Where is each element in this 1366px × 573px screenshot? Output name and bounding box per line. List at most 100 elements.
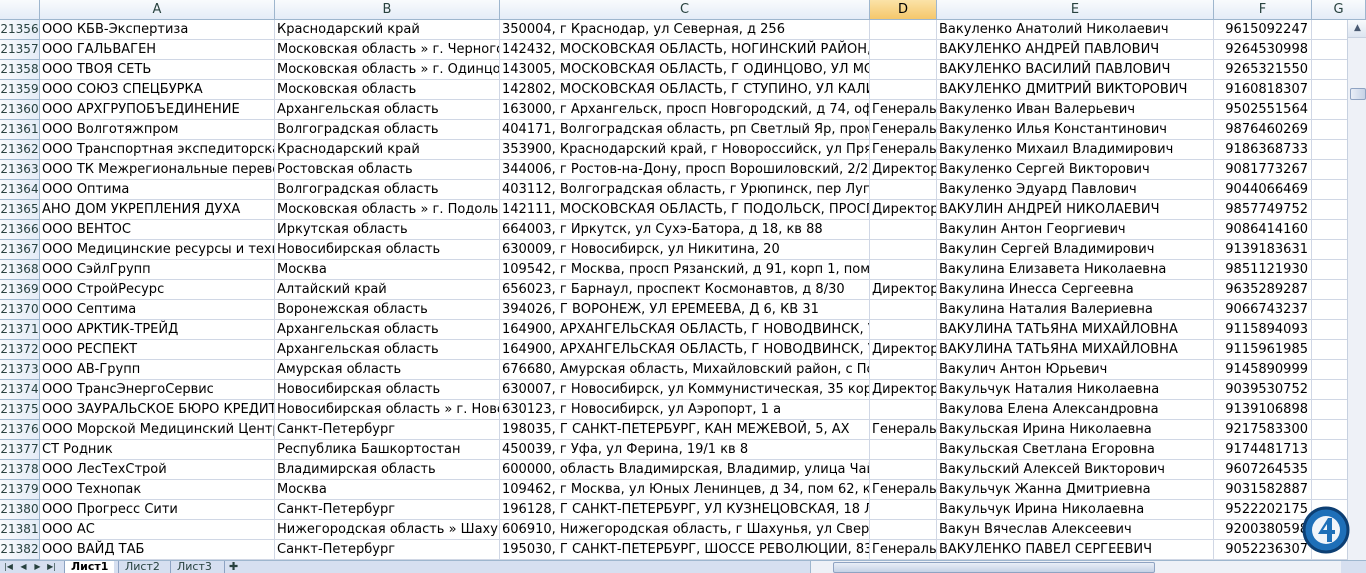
cell-d[interactable]: Генераль xyxy=(870,420,937,440)
cell-e[interactable]: ВАКУЛЕНКО ПАВЕЛ СЕРГЕЕВИЧ xyxy=(937,540,1214,560)
cell-f[interactable]: 9217583300 xyxy=(1214,420,1312,440)
cell-a[interactable]: ООО Технопак xyxy=(40,480,275,500)
cell-f[interactable]: 9635289287 xyxy=(1214,280,1312,300)
cell-b[interactable]: Иркутская область xyxy=(275,220,500,240)
cell-c[interactable]: 344006, г Ростов-на-Дону, просп Ворошило… xyxy=(500,160,870,180)
cell-e[interactable]: Вакульчук Жанна Дмитриевна xyxy=(937,480,1214,500)
cell-d[interactable] xyxy=(870,320,937,340)
cell-c[interactable]: 630009, г Новосибирск, ул Никитина, 20 xyxy=(500,240,870,260)
row-header[interactable]: 21364 xyxy=(0,180,40,200)
cell-a[interactable]: ООО КБВ-Экспертиза xyxy=(40,20,275,40)
cell-e[interactable]: ВАКУЛЕНКО ВАСИЛИЙ ПАВЛОВИЧ xyxy=(937,60,1214,80)
cell-c[interactable]: 350004, г Краснодар, ул Северная, д 256 xyxy=(500,20,870,40)
cell-a[interactable]: ООО ЗАУРАЛЬСКОЕ БЮРО КРЕДИТНЬ xyxy=(40,400,275,420)
cell-b[interactable]: Московская область » г. Черноголо xyxy=(275,40,500,60)
cell-c[interactable]: 109542, г Москва, просп Рязанский, д 91,… xyxy=(500,260,870,280)
cell-e[interactable]: ВАКУЛИН АНДРЕЙ НИКОЛАЕВИЧ xyxy=(937,200,1214,220)
cell-c[interactable]: 630123, г Новосибирск, ул Аэропорт, 1 а xyxy=(500,400,870,420)
cell-d[interactable] xyxy=(870,460,937,480)
cell-c[interactable]: 164900, АРХАНГЕЛЬСКАЯ ОБЛАСТЬ, Г НОВОДВИ… xyxy=(500,320,870,340)
cell-b[interactable]: Нижегородская область » Шахунск xyxy=(275,520,500,540)
cell-b[interactable]: Ростовская область xyxy=(275,160,500,180)
row-header[interactable]: 21361 xyxy=(0,120,40,140)
cell-f[interactable]: 9052236307 xyxy=(1214,540,1312,560)
cell-a[interactable]: ООО ТК Межрегиональные перевоз xyxy=(40,160,275,180)
cell-f[interactable]: 9615092247 xyxy=(1214,20,1312,40)
cell-a[interactable]: АНО ДОМ УКРЕПЛЕНИЯ ДУХА xyxy=(40,200,275,220)
cell-a[interactable]: ООО АРКТИК-ТРЕЙД xyxy=(40,320,275,340)
cell-d[interactable]: Директор xyxy=(870,200,937,220)
row-header[interactable]: 21366 xyxy=(0,220,40,240)
cell-b[interactable]: Краснодарский край xyxy=(275,140,500,160)
cell-d[interactable] xyxy=(870,240,937,260)
column-header-g[interactable]: G xyxy=(1312,0,1366,20)
cell-d[interactable] xyxy=(870,500,937,520)
cell-a[interactable]: ООО ГАЛЬВАГЕН xyxy=(40,40,275,60)
row-header[interactable]: 21372 xyxy=(0,340,40,360)
row-header[interactable]: 21377 xyxy=(0,440,40,460)
cell-d[interactable] xyxy=(870,400,937,420)
cell-d[interactable]: Генераль xyxy=(870,120,937,140)
cell-f[interactable]: 9115961985 xyxy=(1214,340,1312,360)
cell-b[interactable]: Санкт-Петербург xyxy=(275,420,500,440)
cell-b[interactable]: Московская область xyxy=(275,80,500,100)
cell-b[interactable]: Архангельская область xyxy=(275,340,500,360)
cell-d[interactable] xyxy=(870,40,937,60)
cell-c[interactable]: 404171, Волгоградская область, рп Светлы… xyxy=(500,120,870,140)
cell-e[interactable]: Вакулина Инесса Сергеевна xyxy=(937,280,1214,300)
cell-c[interactable]: 403112, Волгоградская область, г Урюпинс… xyxy=(500,180,870,200)
cell-b[interactable]: Москва xyxy=(275,480,500,500)
new-sheet-icon[interactable]: ✚ xyxy=(224,561,242,573)
cell-e[interactable]: Вакулова Елена Александровна xyxy=(937,400,1214,420)
cell-d[interactable] xyxy=(870,440,937,460)
cell-a[interactable]: ООО Волготяжпром xyxy=(40,120,275,140)
cell-f[interactable]: 9160818307 xyxy=(1214,80,1312,100)
row-header[interactable]: 21379 xyxy=(0,480,40,500)
cell-d[interactable] xyxy=(870,20,937,40)
cell-a[interactable]: ООО Медицинские ресурсы и техно xyxy=(40,240,275,260)
cell-e[interactable]: Вакуленко Иван Валерьевич xyxy=(937,100,1214,120)
column-header-c[interactable]: C xyxy=(500,0,870,20)
cell-e[interactable]: Вакулин Антон Георгиевич xyxy=(937,220,1214,240)
column-header-a[interactable]: A xyxy=(40,0,275,20)
cell-e[interactable]: Вакуленко Илья Константинович xyxy=(937,120,1214,140)
row-header[interactable]: 21360 xyxy=(0,100,40,120)
cell-a[interactable]: ООО Транспортная экспедиторская к xyxy=(40,140,275,160)
row-header[interactable]: 21369 xyxy=(0,280,40,300)
cell-e[interactable]: Вакуленко Анатолий Николаевич xyxy=(937,20,1214,40)
row-header[interactable]: 21381 xyxy=(0,520,40,540)
cell-a[interactable]: ООО СтройРесурс xyxy=(40,280,275,300)
cell-f[interactable]: 9200380598 xyxy=(1214,520,1312,540)
row-header[interactable]: 21365 xyxy=(0,200,40,220)
cell-f[interactable]: 9066743237 xyxy=(1214,300,1312,320)
cell-e[interactable]: Вакуленко Эдуард Павлович xyxy=(937,180,1214,200)
cell-a[interactable]: ООО ТВОЯ СЕТЬ xyxy=(40,60,275,80)
cell-d[interactable] xyxy=(870,520,937,540)
cell-c[interactable]: 656023, г Барнаул, проспект Космонавтов,… xyxy=(500,280,870,300)
cell-c[interactable]: 196128, Г САНКТ-ПЕТЕРБУРГ, УЛ КУЗНЕЦОВСК… xyxy=(500,500,870,520)
cell-f[interactable]: 9264530998 xyxy=(1214,40,1312,60)
cell-d[interactable]: Генераль xyxy=(870,100,937,120)
cell-f[interactable]: 9031582887 xyxy=(1214,480,1312,500)
cell-f[interactable]: 9857749752 xyxy=(1214,200,1312,220)
cell-b[interactable]: Республика Башкортостан xyxy=(275,440,500,460)
row-header[interactable]: 21371 xyxy=(0,320,40,340)
cell-d[interactable] xyxy=(870,360,937,380)
row-header[interactable]: 21370 xyxy=(0,300,40,320)
cell-e[interactable]: Вакулина Наталия Валериевна xyxy=(937,300,1214,320)
sheet-tab-2[interactable]: Лист2 xyxy=(118,561,166,573)
cell-b[interactable]: Новосибирская область xyxy=(275,240,500,260)
cell-d[interactable]: Директор xyxy=(870,340,937,360)
row-header[interactable]: 21368 xyxy=(0,260,40,280)
cell-e[interactable]: Вакульчук Ирина Николаевна xyxy=(937,500,1214,520)
cell-d[interactable]: Директор xyxy=(870,280,937,300)
cell-b[interactable]: Краснодарский край xyxy=(275,20,500,40)
cell-a[interactable]: ООО ЛесТехСтрой xyxy=(40,460,275,480)
cell-b[interactable]: Архангельская область xyxy=(275,100,500,120)
cell-d[interactable] xyxy=(870,80,937,100)
cell-f[interactable]: 9502551564 xyxy=(1214,100,1312,120)
cell-b[interactable]: Алтайский край xyxy=(275,280,500,300)
cell-b[interactable]: Москва xyxy=(275,260,500,280)
row-header[interactable]: 21374 xyxy=(0,380,40,400)
cell-a[interactable]: ООО АВ-Групп xyxy=(40,360,275,380)
